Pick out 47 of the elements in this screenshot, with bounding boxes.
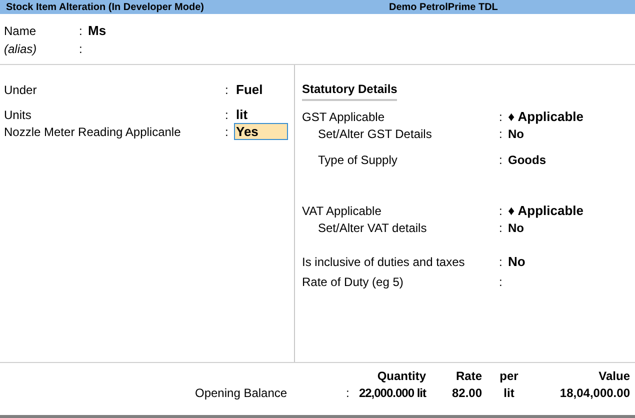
field-label: Set/Alter VAT details: [318, 220, 428, 236]
column-header: Value: [598, 368, 630, 384]
field-label: Type of Supply: [318, 152, 398, 168]
field-label: Rate of Duty (eg 5): [302, 274, 404, 290]
field-value[interactable]: No: [508, 124, 524, 142]
colon: :: [499, 274, 502, 290]
colon: :: [499, 202, 502, 220]
field-value[interactable]: ♦ Applicable: [508, 106, 584, 126]
field-label: Set/Alter GST Details: [318, 126, 433, 142]
field-label: Units: [4, 106, 32, 124]
quantity-value[interactable]: 22,000.000 lit: [355, 384, 426, 402]
field-label: Is inclusive of duties and taxes: [302, 254, 466, 270]
field-label: (alias): [4, 40, 37, 58]
colon: :: [79, 22, 82, 40]
field-value[interactable]: ♦ Applicable: [508, 200, 584, 220]
colon: :: [79, 40, 82, 58]
window-title: Stock Item Alteration (In Developer Mode): [6, 0, 205, 14]
field-value[interactable]: Ms: [88, 20, 106, 40]
field-value[interactable]: Fuel: [234, 81, 265, 98]
field-value[interactable]: No: [508, 218, 524, 236]
field-label: Name: [4, 22, 36, 40]
colon: :: [499, 126, 502, 142]
field-value[interactable]: No: [508, 252, 526, 272]
colon: :: [225, 106, 228, 124]
section-heading: Statutory Details: [302, 80, 398, 101]
field-label: Under: [4, 82, 38, 98]
column-header: Rate: [454, 368, 482, 384]
column-header: Quantity: [376, 368, 426, 384]
field-label: GST Applicable: [302, 108, 386, 126]
field-label: Opening Balance: [194, 384, 288, 402]
colon: :: [499, 152, 502, 168]
field-label: Nozzle Meter Reading Applicanle: [4, 124, 182, 140]
colon: :: [499, 220, 502, 236]
colon: :: [499, 254, 502, 270]
column-header: per: [498, 368, 520, 384]
field-value[interactable]: Goods: [508, 150, 546, 168]
amount-value: 18,04,000.00: [558, 384, 630, 402]
colon: :: [499, 108, 502, 126]
rate-value[interactable]: 82.00: [426, 384, 482, 402]
colon: :: [225, 82, 228, 98]
colon: :: [346, 384, 350, 402]
field-label: VAT Applicable: [302, 202, 382, 220]
company-name: Demo PetrolPrime TDL: [389, 0, 498, 14]
field-value[interactable]: Yes: [234, 123, 288, 140]
field-value[interactable]: lit: [234, 106, 250, 123]
colon: :: [225, 124, 228, 140]
unit-value: lit: [502, 384, 516, 402]
